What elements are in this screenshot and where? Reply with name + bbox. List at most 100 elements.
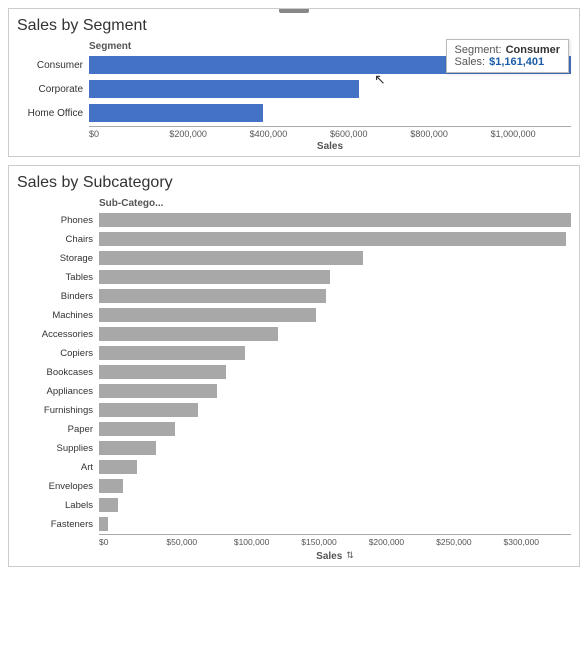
sub-bar-label-16: Fasteners (17, 519, 99, 530)
sub-bar-label-12: Supplies (17, 443, 99, 454)
sub-bar-fill-12[interactable] (99, 441, 156, 455)
segment-bar-chart: Segment Consumer Corporate Home Office $… (17, 41, 571, 152)
subcategory-x-axis-ticks: $0 $50,000 $100,000 $150,000 $200,000 $2… (99, 534, 571, 547)
sub-bar-area-12 (99, 441, 571, 455)
sub-bar-label-10: Furnishings (17, 405, 99, 416)
x-tick-4: $800,000 (410, 129, 490, 139)
sub-bar-row-9: Appliances (17, 382, 571, 400)
section1-title: Sales by Segment (17, 17, 571, 35)
sub-bar-fill-2[interactable] (99, 251, 363, 265)
sub-x-tick-2: $100,000 (234, 537, 301, 547)
sub-bar-row-4: Binders (17, 287, 571, 305)
sub-bar-row-12: Supplies (17, 439, 571, 457)
bar-row-homeoffice: Home Office (17, 102, 571, 124)
sub-bar-area-4 (99, 289, 571, 303)
sales-by-subcategory-section: Sales by Subcategory Sub-Catego... Phone… (8, 165, 580, 567)
sub-bar-fill-1[interactable] (99, 232, 566, 246)
sub-bar-label-11: Paper (17, 424, 99, 435)
sub-x-tick-5: $250,000 (436, 537, 503, 547)
sub-bar-label-7: Copiers (17, 348, 99, 359)
sort-icon[interactable]: ⇅ (346, 550, 354, 561)
bar-area-corporate (89, 80, 571, 98)
sub-bar-label-4: Binders (17, 291, 99, 302)
segment-y-axis-label: Segment (89, 41, 571, 52)
sub-bar-label-13: Art (17, 462, 99, 473)
sub-x-tick-6: $300,000 (504, 537, 571, 547)
sub-x-tick-4: $200,000 (369, 537, 436, 547)
bar-fill-consumer[interactable] (89, 56, 571, 74)
sub-bar-label-1: Chairs (17, 234, 99, 245)
sub-bar-row-6: Accessories (17, 325, 571, 343)
sub-bar-area-7 (99, 346, 571, 360)
sub-bar-fill-8[interactable] (99, 365, 226, 379)
sub-bar-row-2: Storage (17, 249, 571, 267)
sub-bar-area-15 (99, 498, 571, 512)
x-tick-0: $0 (89, 129, 169, 139)
sub-bar-row-7: Copiers (17, 344, 571, 362)
sub-bar-fill-13[interactable] (99, 460, 137, 474)
sub-bar-area-8 (99, 365, 571, 379)
sub-bar-fill-3[interactable] (99, 270, 330, 284)
subcategory-bars-container: Phones Chairs Storage Tables Binders Machines… (17, 211, 571, 534)
sub-bar-fill-7[interactable] (99, 346, 245, 360)
sub-bar-fill-5[interactable] (99, 308, 316, 322)
sub-bar-area-13 (99, 460, 571, 474)
sub-bar-area-16 (99, 517, 571, 531)
sub-bar-row-16: Fasteners (17, 515, 571, 533)
sales-by-segment-section: Sales by Segment Segment Consumer Corpor… (8, 8, 580, 157)
sub-x-tick-3: $150,000 (301, 537, 368, 547)
sub-bar-area-10 (99, 403, 571, 417)
x-tick-1: $200,000 (169, 129, 249, 139)
sub-bar-row-11: Paper (17, 420, 571, 438)
bar-fill-homeoffice[interactable] (89, 104, 263, 122)
subcategory-x-axis-label: Sales (316, 551, 342, 562)
sub-bar-row-1: Chairs (17, 230, 571, 248)
sub-bar-fill-11[interactable] (99, 422, 175, 436)
sub-bar-row-15: Labels (17, 496, 571, 514)
section2-title: Sales by Subcategory (17, 174, 571, 192)
bar-label-homeoffice: Home Office (17, 108, 89, 119)
x-tick-3: $600,000 (330, 129, 410, 139)
sub-bar-fill-10[interactable] (99, 403, 198, 417)
bar-area-consumer (89, 56, 571, 74)
sub-bar-fill-0[interactable] (99, 213, 571, 227)
sub-bar-row-0: Phones (17, 211, 571, 229)
sub-bar-label-5: Machines (17, 310, 99, 321)
bar-row-corporate: Corporate (17, 78, 571, 100)
bar-area-homeoffice (89, 104, 571, 122)
sub-bar-row-13: Art (17, 458, 571, 476)
sub-bar-row-10: Furnishings (17, 401, 571, 419)
subcategory-x-axis-label-row: Sales ⇅ (99, 549, 571, 562)
sub-bar-area-9 (99, 384, 571, 398)
sub-x-tick-1: $50,000 (166, 537, 233, 547)
sub-bar-fill-6[interactable] (99, 327, 278, 341)
sub-bar-row-5: Machines (17, 306, 571, 324)
sub-bar-label-15: Labels (17, 500, 99, 511)
sub-bar-area-0 (99, 213, 571, 227)
subcategory-y-axis-label: Sub-Catego... (99, 198, 571, 209)
sub-bar-label-6: Accessories (17, 329, 99, 340)
sub-bar-area-14 (99, 479, 571, 493)
sub-bar-row-3: Tables (17, 268, 571, 286)
sub-x-tick-0: $0 (99, 537, 166, 547)
sub-bar-row-14: Envelopes (17, 477, 571, 495)
sub-bar-area-3 (99, 270, 571, 284)
sub-bar-label-0: Phones (17, 215, 99, 226)
sub-bar-fill-9[interactable] (99, 384, 217, 398)
x-tick-5: $1,000,000 (491, 129, 571, 139)
sub-bar-area-6 (99, 327, 571, 341)
sub-bar-fill-4[interactable] (99, 289, 326, 303)
sub-bar-area-11 (99, 422, 571, 436)
segment-x-axis-label: Sales (89, 141, 571, 152)
sub-bar-fill-15[interactable] (99, 498, 118, 512)
sub-bar-label-14: Envelopes (17, 481, 99, 492)
segment-x-axis-ticks: $0 $200,000 $400,000 $600,000 $800,000 $… (89, 126, 571, 139)
bar-fill-corporate[interactable] (89, 80, 359, 98)
sub-bar-label-8: Bookcases (17, 367, 99, 378)
sub-bar-fill-14[interactable] (99, 479, 123, 493)
sub-bar-fill-16[interactable] (99, 517, 108, 531)
sub-bar-label-2: Storage (17, 253, 99, 264)
scroll-handle[interactable] (279, 8, 309, 13)
bar-row-consumer: Consumer (17, 54, 571, 76)
bar-label-consumer: Consumer (17, 60, 89, 71)
